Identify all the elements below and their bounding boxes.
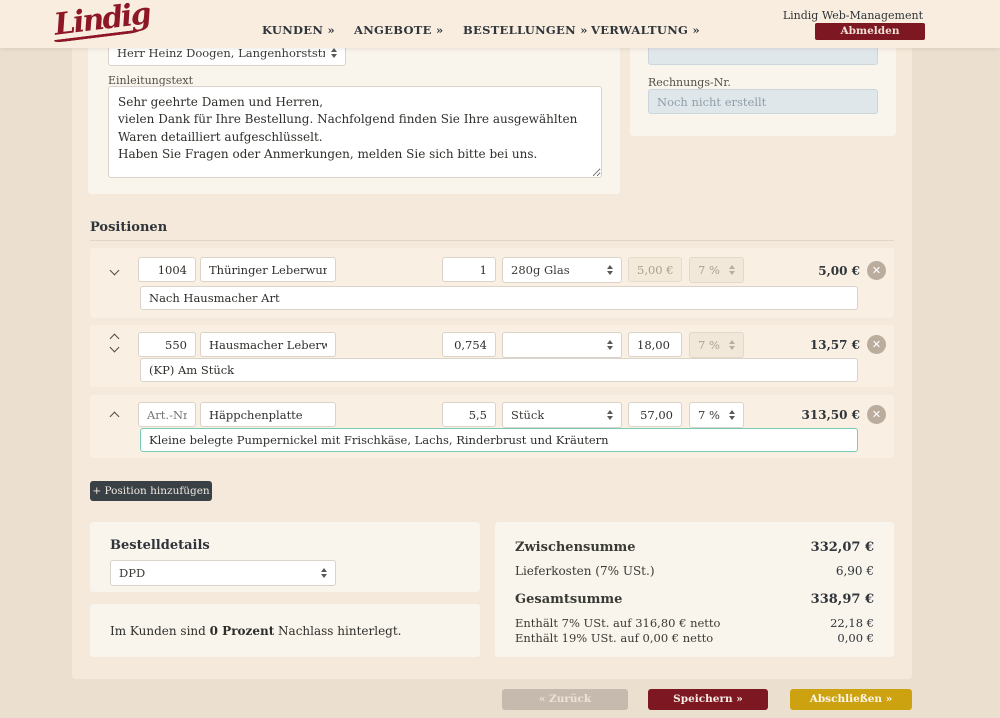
- unit-select[interactable]: Stück: [502, 402, 622, 428]
- description-input[interactable]: [140, 428, 858, 452]
- price-input: [628, 257, 682, 282]
- remove-row-icon[interactable]: ✕: [867, 405, 886, 424]
- position-row: 280g Glas 7 % 5,00 € ✕: [90, 248, 894, 318]
- discount-note-value: 0 Prozent: [210, 624, 275, 638]
- artnr-input[interactable]: [138, 332, 196, 357]
- grand-total-value: 338,97 €: [811, 592, 874, 607]
- shipping-select-value: DPD: [119, 566, 145, 580]
- back-button[interactable]: « Zurück: [502, 689, 628, 710]
- select-updown-icon: [723, 265, 735, 275]
- select-updown-icon: [315, 568, 327, 578]
- order-form-container: Herr Heinz Doogen, Langenhorststr. 6, 98…: [72, 32, 912, 679]
- logout-button[interactable]: Abmelden: [815, 23, 925, 40]
- quantity-input[interactable]: [442, 332, 496, 357]
- quantity-input[interactable]: [442, 402, 496, 427]
- positions-divider: [90, 240, 894, 241]
- subtotal-row: Zwischensumme 332,07 €: [515, 540, 874, 555]
- positions-heading: Positionen: [90, 220, 167, 235]
- grand-total-row: Gesamtsumme 338,97 €: [515, 592, 874, 607]
- select-updown-icon: [723, 340, 735, 350]
- move-up-icon[interactable]: [110, 331, 119, 340]
- app-header: Lindig KUNDEN » ANGEBOTE » BESTELLUNGEN …: [0, 0, 1000, 48]
- vat7-row: Enthält 7% USt. auf 316,80 € netto 22,18…: [515, 616, 874, 630]
- shipping-cost-label: Lieferkosten (7% USt.): [515, 564, 655, 578]
- discount-note-suffix: Nachlass hinterlegt.: [274, 624, 401, 638]
- add-position-button[interactable]: + Position hinzufügen: [90, 481, 212, 501]
- position-row: 7 % 13,57 € ✕: [90, 325, 894, 387]
- unit-select-value: 280g Glas: [511, 263, 570, 277]
- row-total: 313,50 €: [740, 408, 860, 422]
- description-input[interactable]: [140, 358, 858, 382]
- vat19-row: Enthält 19% USt. auf 0,00 € netto 0,00 €: [515, 631, 874, 645]
- select-updown-icon: [723, 410, 735, 420]
- discount-panel: Im Kunden sind 0 Prozent Nachlass hinter…: [90, 604, 480, 657]
- invoice-label: Rechnungs-Nr.: [648, 76, 731, 89]
- nav-angebote[interactable]: ANGEBOTE »: [354, 23, 444, 37]
- customer-select-value: Herr Heinz Doogen, Langenhorststr. 6, 98…: [117, 46, 325, 60]
- subtotal-value: 332,07 €: [811, 540, 874, 555]
- intro-textarea[interactable]: [108, 86, 602, 178]
- order-details-heading: Bestelldetails: [110, 538, 210, 553]
- intro-panel: Herr Heinz Doogen, Langenhorststr. 6, 98…: [88, 36, 620, 194]
- vat-select[interactable]: 7 %: [689, 402, 744, 428]
- product-name-input[interactable]: [200, 332, 336, 357]
- vat7-value: 22,18 €: [830, 616, 874, 630]
- management-label: Lindig Web-Management: [783, 9, 923, 22]
- move-down-icon[interactable]: [110, 266, 119, 275]
- vat-select-value: 7 %: [698, 408, 720, 422]
- shipping-cost-row: Lieferkosten (7% USt.) 6,90 €: [515, 564, 874, 578]
- vat7-label: Enthält 7% USt. auf 316,80 € netto: [515, 616, 720, 630]
- shipping-cost-value: 6,90 €: [836, 564, 874, 578]
- product-name-input[interactable]: [200, 257, 336, 282]
- position-row: Stück 7 % 313,50 € ✕: [90, 395, 894, 458]
- artnr-input[interactable]: [138, 257, 196, 282]
- vat-select: 7 %: [689, 257, 744, 283]
- shipping-select[interactable]: DPD: [110, 560, 336, 586]
- select-updown-icon: [325, 48, 337, 58]
- select-updown-icon: [601, 340, 613, 350]
- subtotal-label: Zwischensumme: [515, 540, 636, 555]
- discount-note: Im Kunden sind 0 Prozent Nachlass hinter…: [110, 624, 402, 638]
- invoice-number-field: [648, 89, 878, 114]
- discount-note-prefix: Im Kunden sind: [110, 624, 210, 638]
- artnr-input[interactable]: [138, 402, 196, 427]
- move-up-icon[interactable]: [110, 409, 119, 418]
- nav-bestellungen[interactable]: BESTELLUNGEN »: [463, 23, 588, 37]
- select-updown-icon: [601, 265, 613, 275]
- finish-button[interactable]: Abschließen »: [790, 689, 912, 710]
- move-down-icon[interactable]: [110, 343, 119, 352]
- row-total: 13,57 €: [740, 338, 860, 352]
- nav-kunden[interactable]: KUNDEN »: [262, 23, 335, 37]
- quantity-input[interactable]: [442, 257, 496, 282]
- remove-row-icon[interactable]: ✕: [867, 335, 886, 354]
- remove-row-icon[interactable]: ✕: [867, 261, 886, 280]
- invoice-panel: Rechnungs-Nr.: [630, 36, 896, 136]
- product-name-input[interactable]: [200, 402, 336, 427]
- price-input[interactable]: [628, 402, 682, 427]
- vat-select: 7 %: [689, 332, 744, 358]
- save-button[interactable]: Speichern »: [648, 689, 768, 710]
- price-input[interactable]: [628, 332, 682, 357]
- vat19-value: 0,00 €: [837, 631, 874, 645]
- row-total: 5,00 €: [740, 264, 860, 278]
- vat-select-value: 7 %: [698, 338, 720, 352]
- vat-select-value: 7 %: [698, 263, 720, 277]
- grand-total-label: Gesamtsumme: [515, 592, 622, 607]
- unit-select[interactable]: [502, 332, 622, 358]
- nav-verwaltung[interactable]: VERWALTUNG »: [591, 23, 700, 37]
- unit-select[interactable]: 280g Glas: [502, 257, 622, 283]
- unit-select-value: Stück: [511, 408, 544, 422]
- vat19-label: Enthält 19% USt. auf 0,00 € netto: [515, 631, 713, 645]
- totals-panel: Zwischensumme 332,07 € Lieferkosten (7% …: [495, 522, 894, 657]
- lindig-logo[interactable]: Lindig: [52, 0, 151, 43]
- select-updown-icon: [601, 410, 613, 420]
- order-details-panel: Bestelldetails DPD: [90, 522, 480, 592]
- description-input[interactable]: [140, 286, 858, 310]
